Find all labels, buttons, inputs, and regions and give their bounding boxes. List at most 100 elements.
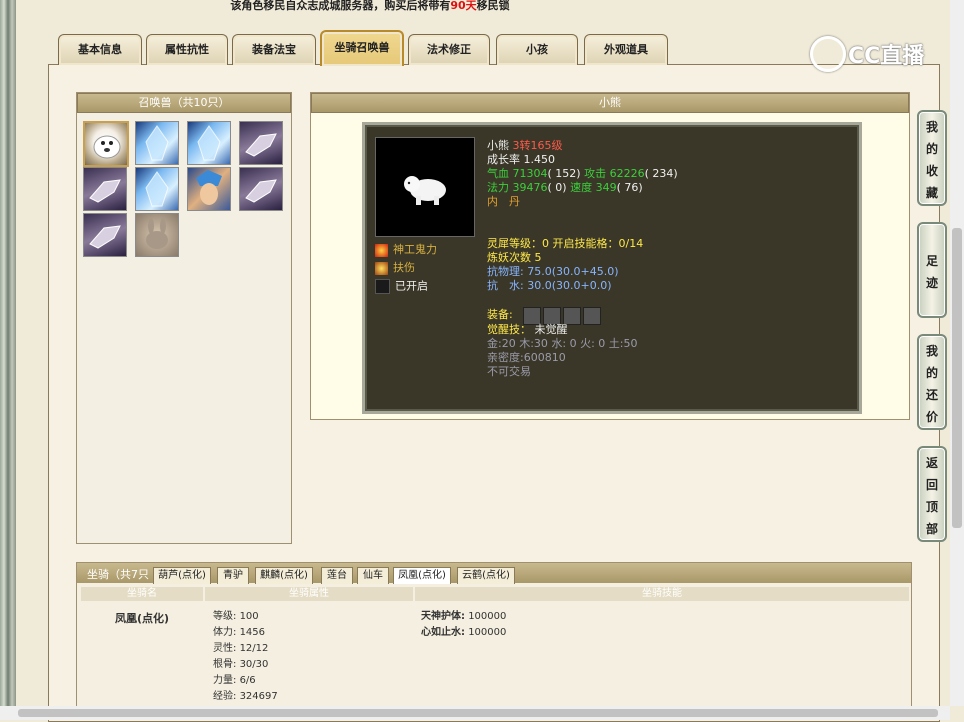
pet-slot-ice-spirit-1[interactable] — [135, 121, 179, 165]
mp-extra: ( 0) — [547, 181, 567, 194]
favorites-char-3: 收 — [925, 164, 938, 178]
back-top-char-2: 回 — [925, 478, 938, 492]
summon-panel-title: 召唤兽（共10只） — [77, 93, 291, 113]
vertical-scroll-thumb[interactable] — [952, 228, 962, 528]
equip-label: 装备: — [487, 308, 513, 321]
logo-icon — [810, 36, 846, 72]
mount-skill-2-value: 100000 — [468, 627, 507, 638]
notice-highlight: 90天 — [450, 0, 477, 12]
attr-spirit-value: 12/12 — [239, 643, 269, 654]
favorites-char-1: 我 — [925, 120, 938, 134]
tab-basic-info[interactable]: 基本信息 — [58, 34, 142, 65]
footprint-char-1: 足 — [925, 254, 938, 268]
mount-tab-lotus[interactable]: 莲台 — [321, 567, 353, 584]
growth-line: 成长率 1.450 — [487, 153, 555, 167]
mount-tab-chariot[interactable]: 仙车 — [357, 567, 389, 584]
speed-extra: ( 76) — [616, 181, 643, 194]
awaken-value: 未觉醒 — [534, 323, 568, 336]
tab-mount-summon[interactable]: 坐骑召唤兽 — [320, 30, 404, 66]
horizontal-scrollbar[interactable] — [0, 706, 950, 720]
pet-slot-wolf-1[interactable] — [239, 121, 283, 165]
mp-speed-line: 法力 39476( 0) 速度 349( 76) — [487, 181, 643, 195]
back-to-top-button[interactable]: 返 回 顶 部 — [917, 446, 947, 542]
attr-stamina-label: 体力: — [213, 627, 237, 638]
tab-spell-correction[interactable]: 法术修正 — [408, 34, 490, 65]
hp-label: 气血 — [487, 167, 509, 180]
skill-2-label: 扶伤 — [393, 261, 415, 274]
pet-slot-rabbit[interactable] — [135, 213, 179, 257]
growth-value: 1.450 — [523, 153, 556, 166]
cc-live-logo: CC直播 — [808, 34, 938, 72]
my-favorites-button[interactable]: 我 的 收 藏 — [917, 110, 947, 206]
tab-appearance[interactable]: 外观道具 — [584, 34, 668, 65]
skill-row-2[interactable]: 扶伤 — [375, 261, 415, 275]
blue-hair-warrior-pet-icon — [196, 170, 222, 205]
back-top-char-4: 部 — [925, 522, 938, 536]
pet-name: 小熊 — [487, 139, 509, 152]
lingxi-value: 0 — [542, 237, 549, 250]
resist-water-line: 抗 水: 30.0(30.0+0.0) — [487, 279, 612, 293]
back-top-char-3: 顶 — [925, 500, 938, 514]
mount-panel: 坐骑（共7只 葫芦(点化) 青驴 麒麟(点化) 莲台 仙车 凤凰(点化) 云鹤(… — [76, 562, 912, 710]
mount-attr-stamina: 体力: 1456 — [213, 625, 265, 641]
rabbit-pet-icon — [146, 218, 168, 249]
resist-phys-value: 75.0(30.0+45.0) — [527, 265, 619, 278]
attr-spirit-label: 灵性: — [213, 643, 237, 654]
speed-value: 349 — [595, 181, 617, 194]
attr-stamina-value: 1456 — [239, 627, 266, 638]
attr-level-value: 100 — [239, 611, 259, 622]
resist-water-label: 抗 水: — [487, 279, 524, 292]
polar-bear-portrait-icon — [404, 176, 446, 205]
tab-equipment[interactable]: 装备法宝 — [232, 34, 316, 65]
pet-slot-blue-hair-warrior[interactable] — [187, 167, 231, 211]
mount-tab-qilin[interactable]: 麒麟(点化) — [255, 567, 313, 584]
equip-slot-4[interactable] — [583, 307, 601, 325]
refine-line: 炼妖次数 5 — [487, 251, 542, 265]
footprint-button[interactable]: 足 迹 — [917, 222, 947, 318]
pet-slot-ice-spirit-2[interactable] — [187, 121, 231, 165]
horizontal-scroll-thumb[interactable] — [18, 709, 938, 717]
pet-info-box: 小熊 3转165级 成长率 1.450 气血 71304( 152) 攻击 62… — [362, 122, 862, 414]
pet-slot-wolf-2[interactable] — [83, 167, 127, 211]
vertical-scrollbar[interactable] — [950, 0, 964, 706]
col-mount-attr: 坐骑属性 — [205, 587, 413, 601]
neidan-label: 内 丹 — [487, 195, 520, 208]
my-counteroffer-button[interactable]: 我 的 还 价 — [917, 334, 947, 430]
back-top-char-1: 返 — [925, 456, 938, 470]
counteroffer-char-1: 我 — [925, 344, 938, 358]
pet-slot-ice-spirit-3[interactable] — [135, 167, 179, 211]
mount-tab-phoenix[interactable]: 凤凰(点化) — [393, 567, 451, 584]
attr-strength-label: 力量: — [213, 675, 237, 686]
summon-panel: 召唤兽（共10只） — [76, 92, 292, 544]
ice-spirit-pet-icon — [145, 171, 169, 207]
migration-notice: 该角色移民自众志成城服务器，购买后将带有90天移民锁 — [0, 0, 740, 12]
resist-phys-label: 抗物理: — [487, 265, 524, 278]
ice-spirit-pet-icon — [197, 125, 221, 161]
empty-skill-icon — [375, 279, 390, 294]
pet-slot-wolf-4[interactable] — [83, 213, 127, 257]
hp-extra: ( 152) — [547, 167, 581, 180]
fire-skill-icon — [375, 243, 388, 257]
skill-row-1[interactable]: 神工鬼力 — [375, 243, 437, 257]
mount-header: 坐骑（共7只 葫芦(点化) 青驴 麒麟(点化) 莲台 仙车 凤凰(点化) 云鹤(… — [77, 563, 911, 584]
wolf-pet-icon — [245, 133, 277, 157]
wolf-pet-icon — [89, 179, 121, 203]
skill-3-label: 已开启 — [395, 279, 428, 293]
mount-tab-crane[interactable]: 云鹤(点化) — [457, 567, 515, 584]
flame-skill-icon — [375, 261, 388, 275]
left-border-decoration — [0, 0, 16, 720]
tab-attribute-resistance[interactable]: 属性抗性 — [146, 34, 228, 65]
skillslot-label: 开启技能格： — [552, 237, 619, 250]
mount-skill-1: 天神护体: 100000 — [421, 609, 506, 625]
tab-child[interactable]: 小孩 — [496, 34, 578, 65]
mount-tab-donkey[interactable]: 青驴 — [217, 567, 249, 584]
skill-row-3[interactable]: 已开启 — [375, 279, 428, 294]
atk-value: 62226 — [609, 167, 645, 180]
mount-attr-exp: 经验: 324697 — [213, 689, 278, 705]
mount-tab-gourd[interactable]: 葫芦(点化) — [153, 567, 211, 584]
hp-value: 71304 — [512, 167, 548, 180]
counteroffer-char-2: 的 — [925, 366, 938, 380]
mount-attr-bone: 根骨: 30/30 — [213, 657, 268, 673]
pet-slot-wolf-3[interactable] — [239, 167, 283, 211]
pet-slot-polar-bear[interactable] — [83, 121, 129, 167]
